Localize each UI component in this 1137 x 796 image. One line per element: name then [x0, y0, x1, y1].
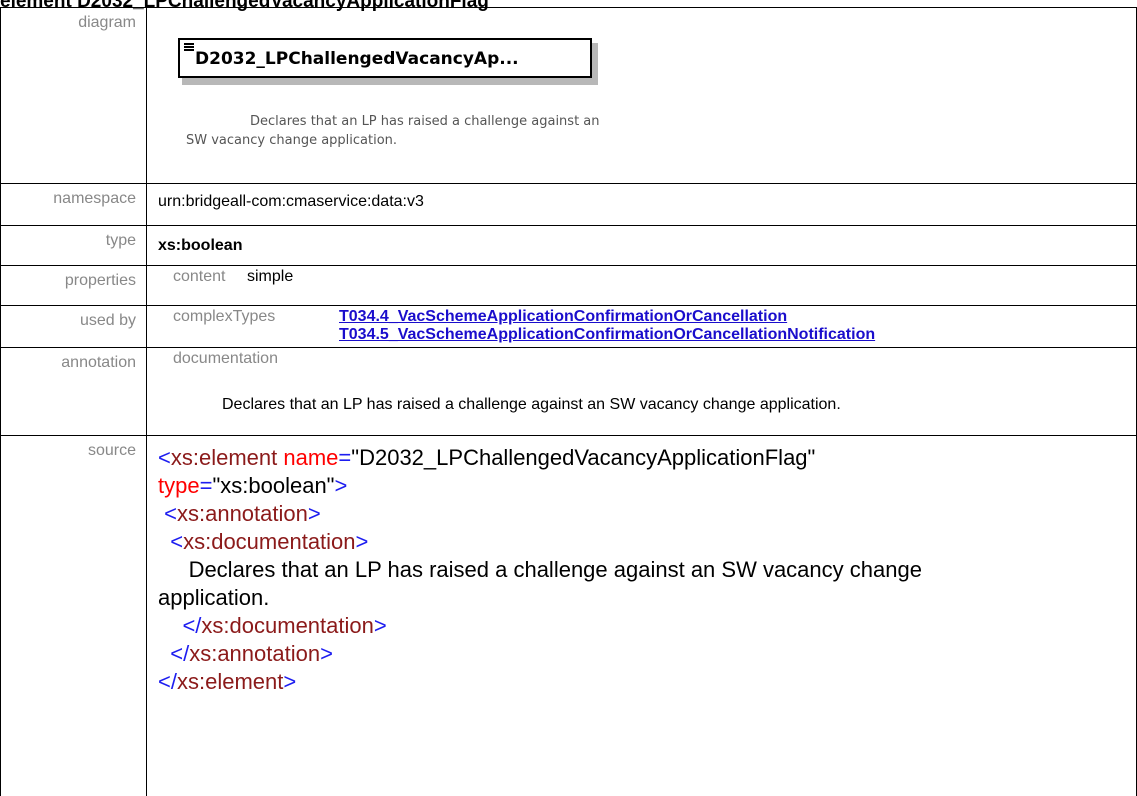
used-by-key: complexTypes	[173, 308, 276, 325]
annotation-text: Declares that an LP has raised a challen…	[222, 396, 841, 413]
source-line: </xs:documentation>	[182, 613, 387, 638]
used-by-grid: complexTypes T034.4_VacSchemeApplication…	[158, 306, 1136, 344]
source-row: source <xs:element name="D2032_LPChallen…	[0, 435, 1137, 796]
type-row: type xs:boolean	[0, 225, 1137, 266]
source-line: </xs:element>	[158, 669, 297, 694]
properties-grid: content simple	[158, 266, 1136, 286]
type-value: xs:boolean	[158, 237, 243, 254]
used-by-label: used by	[0, 305, 147, 348]
source-line: <xs:documentation>	[170, 529, 369, 554]
diagram-caption: Declares that an LP has raised a challen…	[186, 114, 600, 148]
element-lines-icon	[184, 43, 194, 52]
source-label: source	[0, 435, 147, 796]
diagram-row: diagram D2032_LPChallengedVacancyAp... D…	[0, 7, 1137, 184]
annotation-label: annotation	[0, 347, 147, 436]
properties-row: properties content simple	[0, 265, 1137, 306]
complex-type-link[interactable]: T034.5_VacSchemeApplicationConfirmationO…	[339, 326, 875, 343]
element-diagram: D2032_LPChallengedVacancyAp... Declares …	[158, 8, 1136, 183]
properties-value: simple	[247, 268, 294, 285]
diagram-label: diagram	[0, 7, 147, 184]
namespace-label: namespace	[0, 183, 147, 226]
source-line: Declares that an LP has raised a challen…	[188, 557, 922, 582]
used-by-row: used by complexTypes T034.4_VacSchemeApp…	[0, 305, 1137, 348]
properties-label: properties	[0, 265, 147, 306]
source-code: <xs:element name="D2032_LPChallengedVaca…	[158, 436, 1136, 696]
properties-key: content	[173, 268, 226, 285]
annotation-key: documentation	[173, 350, 278, 367]
source-line: </xs:annotation>	[170, 641, 333, 666]
diagram-cell: D2032_LPChallengedVacancyAp... Declares …	[146, 7, 1137, 184]
diagram-element-name: D2032_LPChallengedVacancyAp...	[195, 49, 519, 69]
namespace-row: namespace urn:bridgeall-com:cmaservice:d…	[0, 183, 1137, 226]
complex-type-link[interactable]: T034.4_VacSchemeApplicationConfirmationO…	[339, 308, 787, 325]
source-line: <xs:annotation>	[164, 501, 321, 526]
type-label: type	[0, 225, 147, 266]
element-doc-table: diagram D2032_LPChallengedVacancyAp... D…	[0, 7, 1137, 796]
source-line: <xs:element name="D2032_LPChallengedVaca…	[158, 445, 816, 470]
diagram-element-box[interactable]: D2032_LPChallengedVacancyAp...	[178, 38, 592, 78]
annotation-row: annotation documentation Declares that a…	[0, 347, 1137, 436]
source-line: application.	[158, 585, 270, 610]
source-line: type="xs:boolean">	[158, 473, 348, 498]
namespace-value: urn:bridgeall-com:cmaservice:data:v3	[158, 193, 424, 210]
